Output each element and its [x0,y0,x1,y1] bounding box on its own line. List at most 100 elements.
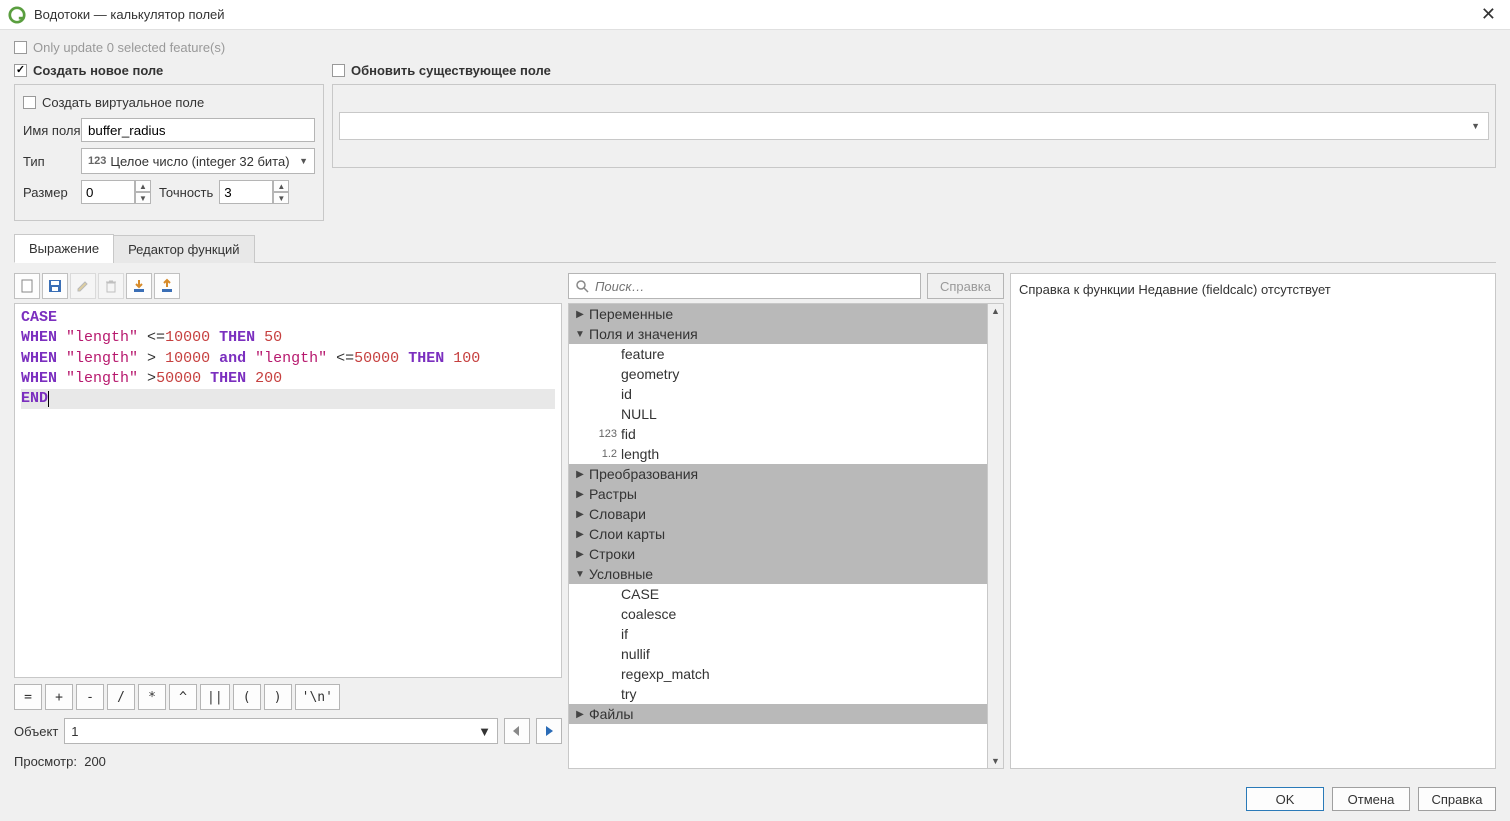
size-up[interactable]: ▲ [135,180,151,192]
type-prefix-icon: 123 [88,155,106,167]
tree-cond-try[interactable]: try [569,684,987,704]
feature-next-button[interactable] [536,718,562,744]
import-expression-button[interactable] [126,273,152,299]
size-label: Размер [23,185,81,200]
dropdown-caret-icon: ▼ [1471,121,1480,131]
dropdown-caret-icon: ▼ [478,724,491,739]
tree-cond-nullif[interactable]: nullif [569,644,987,664]
update-existing-checkbox[interactable] [332,64,345,77]
function-tree[interactable]: ▶Переменные ▼Поля и значения feature geo… [568,303,988,769]
tree-cond-regexp-match[interactable]: regexp_match [569,664,987,684]
scroll-down-icon[interactable]: ▼ [989,754,1002,768]
op-multiply[interactable]: * [138,684,166,710]
op-plus[interactable]: + [45,684,73,710]
tree-cat-fields[interactable]: ▼Поля и значения [569,324,987,344]
tabs: Выражение Редактор функций [14,233,1496,263]
ok-button[interactable]: OK [1246,787,1324,811]
tree-scrollbar[interactable]: ▲ ▼ [988,303,1004,769]
op-equals[interactable]: = [14,684,42,710]
op-newline[interactable]: '\n' [295,684,340,710]
new-expression-button[interactable] [14,273,40,299]
update-field-select[interactable]: ▼ [339,112,1489,140]
save-expression-button[interactable] [42,273,68,299]
precision-down[interactable]: ▼ [273,192,289,204]
tree-field-length[interactable]: 1.2length [569,444,987,464]
precision-spinbox[interactable]: ▲ ▼ [219,180,291,204]
field-name-input[interactable] [81,118,315,142]
tree-cat-files[interactable]: ▶Файлы [569,704,987,724]
precision-label: Точность [159,185,213,200]
qgis-icon [8,6,26,24]
tree-cond-case[interactable]: CASE [569,584,987,604]
tree-field-fid[interactable]: 123fid [569,424,987,444]
field-type-value: Целое число (integer 32 бита) [110,154,289,169]
size-spinbox[interactable]: ▲ ▼ [81,180,153,204]
op-rparen[interactable]: ) [264,684,292,710]
tree-field-geometry[interactable]: geometry [569,364,987,384]
search-icon [575,279,589,293]
help-panel: Справка к функции Недавние (fieldcalc) о… [1010,273,1496,769]
feature-value: 1 [71,724,78,739]
op-lparen[interactable]: ( [233,684,261,710]
field-name-label: Имя поля [23,123,81,138]
tree-cat-conditionals[interactable]: ▼Условные [569,564,987,584]
tab-expression[interactable]: Выражение [14,234,114,263]
size-input[interactable] [81,180,135,204]
size-down[interactable]: ▼ [135,192,151,204]
precision-up[interactable]: ▲ [273,180,289,192]
tree-field-null[interactable]: NULL [569,404,987,424]
update-existing-panel: ▼ [332,84,1496,168]
titlebar: Водотоки — калькулятор полей ✕ [0,0,1510,30]
tree-cond-if[interactable]: if [569,624,987,644]
preview-row: Просмотр: 200 [14,754,562,769]
only-update-label: Only update 0 selected feature(s) [33,40,225,55]
create-new-header-row[interactable]: Создать новое поле [14,63,324,78]
op-concat[interactable]: || [200,684,230,710]
virtual-field-checkbox[interactable] [23,96,36,109]
close-button[interactable]: ✕ [1475,4,1502,25]
tree-cat-variables[interactable]: ▶Переменные [569,304,987,324]
scroll-up-icon[interactable]: ▲ [989,304,1002,318]
tree-cat-conversions[interactable]: ▶Преобразования [569,464,987,484]
tree-cat-dictionaries[interactable]: ▶Словари [569,504,987,524]
precision-input[interactable] [219,180,273,204]
create-new-header: Создать новое поле [33,63,163,78]
create-new-checkbox[interactable] [14,64,27,77]
show-help-button[interactable]: Справка [927,273,1004,299]
function-search-input[interactable] [595,279,914,294]
tree-cat-rasters[interactable]: ▶Растры [569,484,987,504]
preview-value: 200 [84,754,106,769]
virtual-field-label: Создать виртуальное поле [42,95,204,110]
function-search-box[interactable] [568,273,921,299]
field-type-select[interactable]: 123 Целое число (integer 32 бита) ▼ [81,148,315,174]
tree-cat-strings[interactable]: ▶Строки [569,544,987,564]
operator-row: = + - / * ^ || ( ) '\n' [14,684,562,710]
cancel-button[interactable]: Отмена [1332,787,1410,811]
dropdown-caret-icon: ▼ [299,156,308,166]
feature-prev-button[interactable] [504,718,530,744]
only-update-checkbox [14,41,27,54]
expression-editor[interactable]: CASE WHEN "length" <=10000 THEN 50 WHEN … [14,303,562,678]
virtual-field-row[interactable]: Создать виртуальное поле [23,95,315,110]
tree-cat-maplayers[interactable]: ▶Слои карты [569,524,987,544]
feature-label: Объект [14,724,58,739]
expression-toolbar [14,273,562,299]
preview-label: Просмотр: [14,754,77,769]
tree-cond-coalesce[interactable]: coalesce [569,604,987,624]
help-button[interactable]: Справка [1418,787,1496,811]
dialog-button-bar: OK Отмена Справка [0,779,1510,821]
update-existing-header: Обновить существующее поле [351,63,551,78]
feature-combo[interactable]: 1 ▼ [64,718,498,744]
tree-field-id[interactable]: id [569,384,987,404]
create-new-panel: Создать виртуальное поле Имя поля Тип 12… [14,84,324,221]
export-expression-button[interactable] [154,273,180,299]
window-title: Водотоки — калькулятор полей [34,7,225,22]
tab-function-editor[interactable]: Редактор функций [113,235,254,263]
op-divide[interactable]: / [107,684,135,710]
op-power[interactable]: ^ [169,684,197,710]
op-minus[interactable]: - [76,684,104,710]
tree-field-feature[interactable]: feature [569,344,987,364]
update-existing-header-row[interactable]: Обновить существующее поле [332,63,1496,78]
only-update-selected-row: Only update 0 selected feature(s) [14,40,1496,55]
help-text: Справка к функции Недавние (fieldcalc) о… [1019,282,1487,297]
